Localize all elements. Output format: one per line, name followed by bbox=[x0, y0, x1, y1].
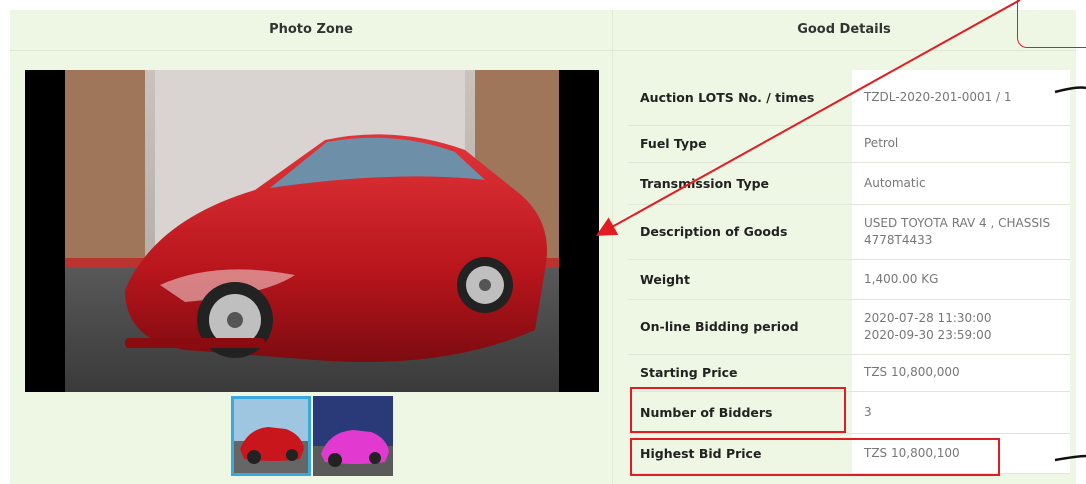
detail-value: Petrol bbox=[852, 125, 1070, 163]
table-row: Starting Price TZS 10,800,000 bbox=[628, 354, 1070, 392]
table-row: Weight 1,400.00 KG bbox=[628, 259, 1070, 300]
detail-value: TZS 10,800,000 bbox=[852, 354, 1070, 392]
detail-value: 1,400.00 KG bbox=[852, 259, 1070, 300]
detail-value: 3 bbox=[852, 391, 1070, 434]
detail-label: Transmission Type bbox=[628, 162, 852, 205]
photo-zone-header: Photo Zone bbox=[269, 22, 353, 37]
detail-value: Automatic bbox=[852, 162, 1070, 205]
pink-car-thumbnail-image bbox=[313, 396, 393, 476]
table-row: Fuel Type Petrol bbox=[628, 125, 1070, 163]
thumbnail-red-car[interactable] bbox=[231, 396, 311, 476]
detail-label: Auction LOTS No. / times bbox=[628, 70, 852, 126]
detail-label: Starting Price bbox=[628, 354, 852, 392]
detail-value: USED TOYOTA RAV 4 , CHASSIS 4778T4433 bbox=[852, 204, 1070, 260]
table-row: On-line Bidding period 2020-07-28 11:30:… bbox=[628, 299, 1070, 355]
bidding-end: 2020-09-30 23:59:00 bbox=[864, 327, 992, 342]
annotation-callout-box bbox=[1017, 0, 1086, 48]
table-row: Description of Goods USED TOYOTA RAV 4 ,… bbox=[628, 204, 1070, 260]
detail-label: Weight bbox=[628, 259, 852, 300]
red-car-thumbnail-image bbox=[234, 399, 308, 473]
table-row: Auction LOTS No. / times TZDL-2020-201-0… bbox=[628, 70, 1070, 126]
bidding-start: 2020-07-28 11:30:00 bbox=[864, 310, 992, 325]
detail-label: On-line Bidding period bbox=[628, 299, 852, 355]
thumbnail-pink-car[interactable] bbox=[313, 396, 393, 476]
detail-label: Description of Goods bbox=[628, 204, 852, 260]
header-divider bbox=[10, 50, 1076, 51]
table-row: Transmission Type Automatic bbox=[628, 162, 1070, 205]
annotation-box-highest-bid bbox=[630, 438, 1000, 476]
car-image bbox=[65, 70, 559, 392]
column-divider bbox=[612, 10, 613, 484]
detail-value: TZDL-2020-201-0001 / 1 bbox=[852, 70, 1070, 126]
good-details-header: Good Details bbox=[797, 22, 891, 37]
detail-value-period: 2020-07-28 11:30:00 2020-09-30 23:59:00 bbox=[852, 299, 1070, 355]
main-car-photo[interactable] bbox=[25, 70, 599, 392]
annotation-box-bidders-label bbox=[630, 387, 846, 433]
detail-label: Fuel Type bbox=[628, 125, 852, 163]
